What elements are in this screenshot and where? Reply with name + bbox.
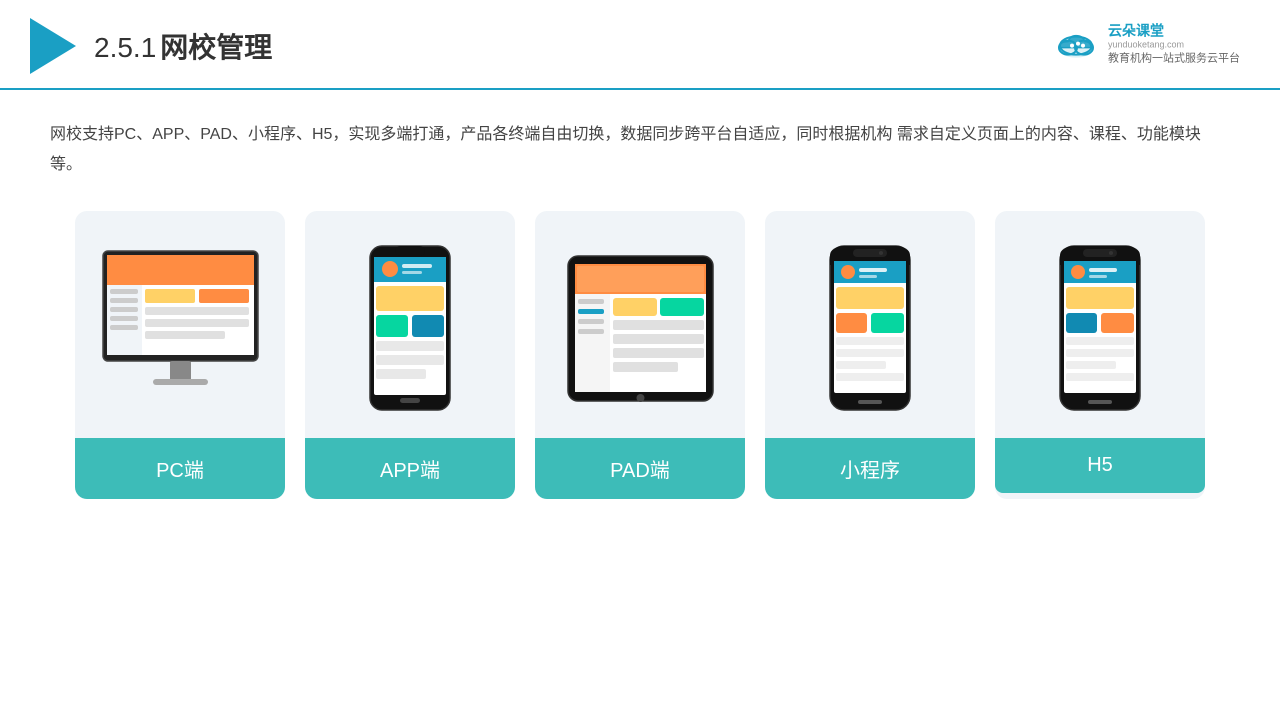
- logo-triangle-icon: [30, 18, 76, 74]
- card-h5-label: H5: [995, 438, 1205, 493]
- brand-url: yunduoketang.com: [1108, 39, 1184, 49]
- pad-tablet-svg: [563, 246, 718, 411]
- card-miniprogram-image: [775, 231, 965, 426]
- brand-slogan: 教育机构一站式服务云平台: [1108, 49, 1240, 65]
- miniprogram-phone-svg: [825, 243, 915, 413]
- card-pad: PAD端: [535, 211, 745, 499]
- brand-text-block: 云朵课堂 yunduoketang.com 教育机构一站式服务云平台: [1108, 23, 1240, 66]
- platform-cards: PC端: [50, 211, 1230, 499]
- card-app-label: APP端: [305, 438, 515, 499]
- app-phone-svg: [365, 243, 455, 413]
- card-h5: H5: [995, 211, 1205, 499]
- brand-logo: 云朵课堂 yunduoketang.com 教育机构一站式服务云平台: [1052, 23, 1240, 66]
- h5-phone-svg: [1055, 243, 1145, 413]
- card-app-image: [315, 231, 505, 426]
- page-title: 2.5.1网校管理: [94, 26, 272, 66]
- pc-monitor-svg: [93, 246, 268, 411]
- brand-icon: [1052, 26, 1100, 62]
- card-pc-image: [85, 231, 275, 426]
- brand-name: 云朵课堂: [1108, 23, 1164, 40]
- header: 2.5.1网校管理 云朵课堂 yunduoketang.com 教育机构一站式服…: [0, 0, 1280, 90]
- card-h5-image: [1005, 231, 1195, 426]
- card-pc-label: PC端: [75, 438, 285, 499]
- card-pad-image: [545, 231, 735, 426]
- card-pc: PC端: [75, 211, 285, 499]
- card-miniprogram-label: 小程序: [765, 438, 975, 499]
- main-content: 网校支持PC、APP、PAD、小程序、H5，实现多端打通，产品各终端自由切换，数…: [0, 90, 1280, 519]
- cloud-icon: [1052, 26, 1100, 62]
- card-pad-label: PAD端: [535, 438, 745, 499]
- card-app: APP端: [305, 211, 515, 499]
- card-miniprogram: 小程序: [765, 211, 975, 499]
- description-text: 网校支持PC、APP、PAD、小程序、H5，实现多端打通，产品各终端自由切换，数…: [50, 120, 1230, 181]
